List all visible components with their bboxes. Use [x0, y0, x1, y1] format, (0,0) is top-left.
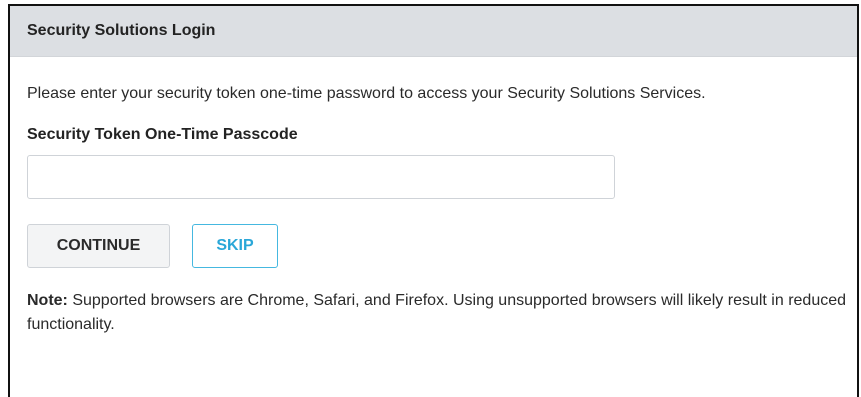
- panel-header: Security Solutions Login: [10, 6, 857, 57]
- continue-button[interactable]: CONTINUE: [27, 224, 170, 268]
- panel-title: Security Solutions Login: [27, 22, 216, 39]
- note-text: Supported browsers are Chrome, Safari, a…: [27, 292, 847, 333]
- panel-body: Please enter your security token one-tim…: [10, 82, 857, 337]
- login-panel: Security Solutions Login Please enter yo…: [8, 4, 859, 397]
- skip-button[interactable]: SKIP: [192, 224, 278, 268]
- browser-note: Note: Supported browsers are Chrome, Saf…: [27, 289, 847, 337]
- action-buttons: CONTINUE SKIP: [27, 224, 840, 268]
- otp-input[interactable]: [27, 155, 615, 199]
- otp-field-label: Security Token One-Time Passcode: [27, 126, 298, 143]
- note-label: Note:: [27, 292, 68, 309]
- intro-text: Please enter your security token one-tim…: [27, 85, 706, 102]
